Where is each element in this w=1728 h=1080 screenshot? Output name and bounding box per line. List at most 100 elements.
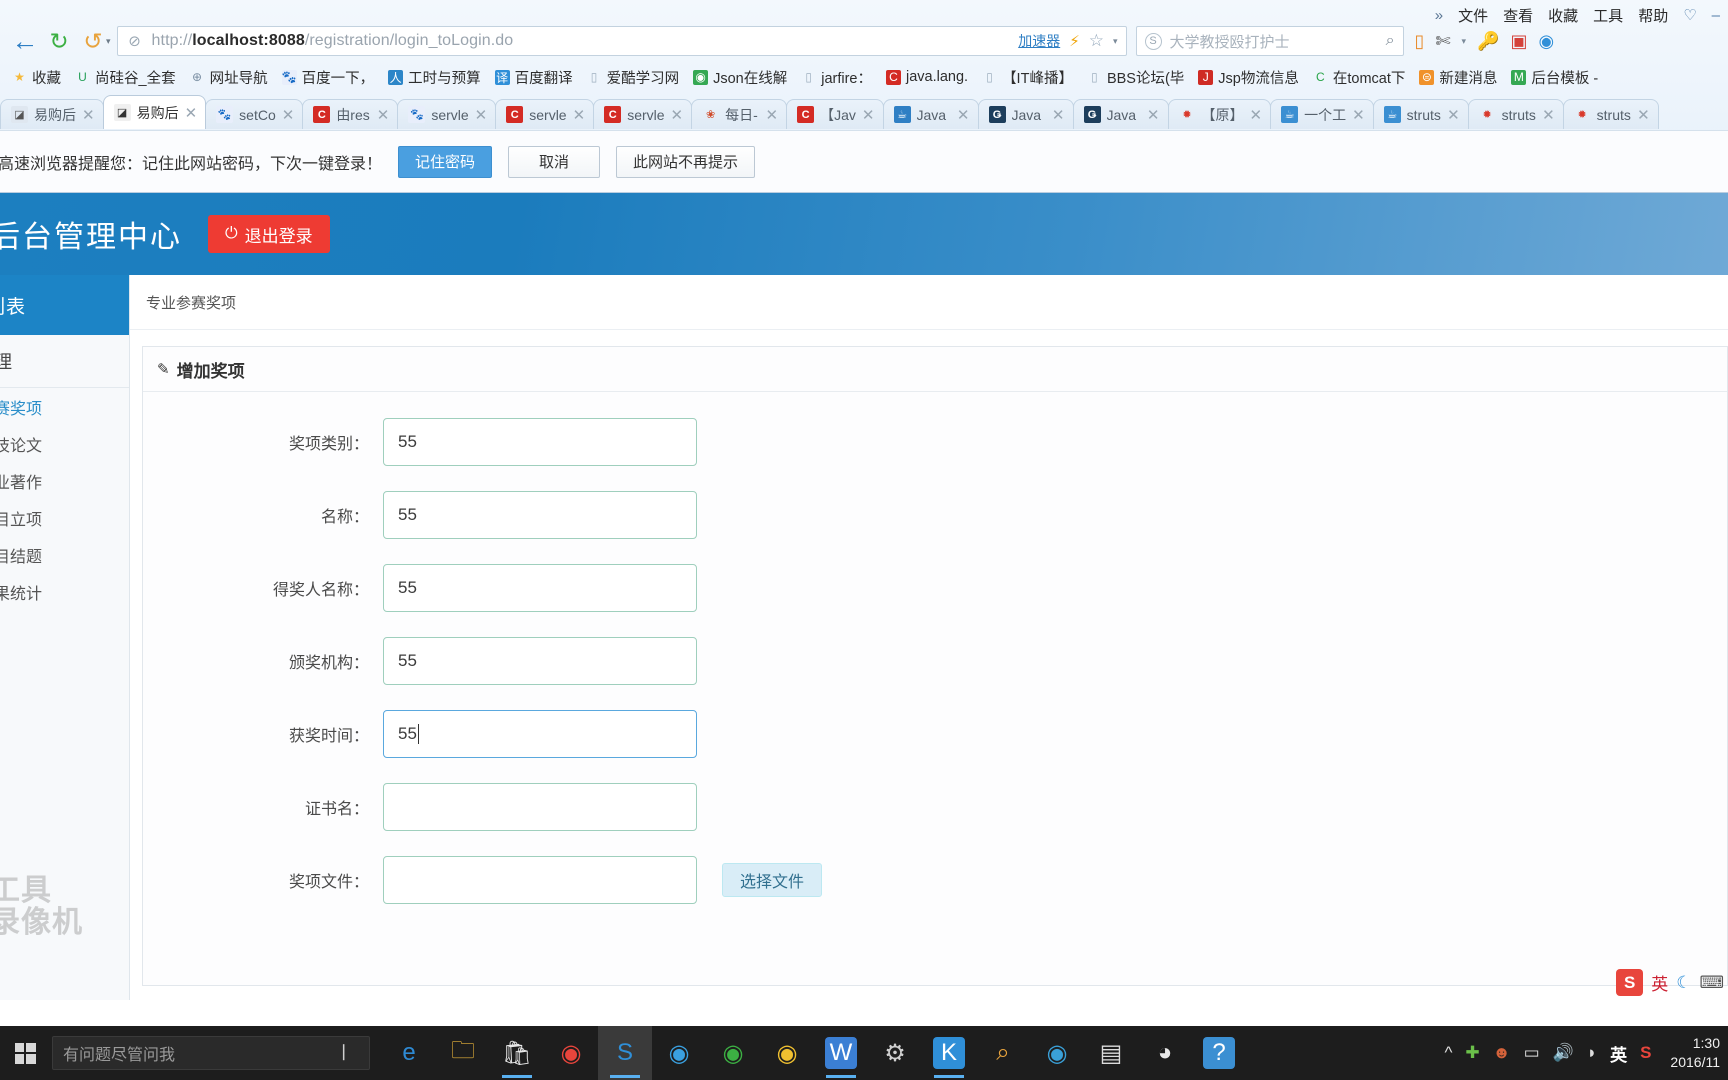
key-icon[interactable]: 🔑 xyxy=(1477,32,1499,50)
microphone-icon[interactable]: ⎸ xyxy=(343,1044,359,1062)
tab-close-icon[interactable]: ✕ xyxy=(573,106,586,124)
browser-tab[interactable]: Ǥ Java ✕ xyxy=(977,99,1074,129)
browser-tab[interactable]: ❀ 每日- ✕ xyxy=(691,99,788,129)
browser-tab[interactable]: ☕ Java ✕ xyxy=(882,99,979,129)
tab-close-icon[interactable]: ✕ xyxy=(1052,106,1065,124)
bookmark-star-icon[interactable]: ☆ xyxy=(1089,31,1104,51)
scissors-icon[interactable]: ✄ xyxy=(1435,32,1450,50)
clock[interactable]: 1:30 2016/11 xyxy=(1664,1034,1720,1072)
sidebar-item-0[interactable]: 参赛奖项 xyxy=(0,388,129,425)
sidebar-item-5[interactable]: 成果统计 xyxy=(0,573,129,610)
taskbar-app-wps-writer[interactable]: W xyxy=(814,1026,868,1080)
tray-expand-icon[interactable]: ^ xyxy=(1444,1043,1452,1063)
browser-tab[interactable]: ☕ 一个工 ✕ xyxy=(1270,99,1374,129)
field-input[interactable]: 55 xyxy=(383,637,697,685)
undo-button[interactable]: ↺ xyxy=(76,24,110,58)
bookmark-item[interactable]: J Jsp物流信息 xyxy=(1192,65,1305,90)
browser-tab[interactable]: 🐾 servle ✕ xyxy=(397,99,497,129)
cancel-password-button[interactable]: 取消 xyxy=(508,145,601,178)
battery-icon[interactable]: ▭ xyxy=(1524,1043,1540,1063)
tab-close-icon[interactable]: ✕ xyxy=(475,106,488,124)
taskbar-app-store[interactable]: 🛍 xyxy=(490,1026,544,1080)
tab-close-icon[interactable]: ✕ xyxy=(1250,106,1263,124)
tab-close-icon[interactable]: ✕ xyxy=(1637,106,1650,124)
sidebar-item-4[interactable]: 项目结题 xyxy=(0,536,129,573)
bookmark-item[interactable]: C 在tomcat下 xyxy=(1307,65,1412,90)
scissors-caret-icon[interactable]: ▾ xyxy=(1462,36,1467,47)
accelerator-link[interactable]: 加速器 xyxy=(1018,31,1060,51)
tab-close-icon[interactable]: ✕ xyxy=(671,106,684,124)
ime-keyboard-icon[interactable]: ⌨ xyxy=(1699,973,1724,993)
taskbar-app-yellow-app[interactable]: ◉ xyxy=(760,1026,814,1080)
taskbar-app-browser-blue[interactable]: ◉ xyxy=(652,1026,706,1080)
search-box[interactable]: S 大学教授殴打护士 ⌕ xyxy=(1135,26,1404,56)
bookmark-item[interactable]: ★ 收藏 xyxy=(6,65,67,90)
bookmark-item[interactable]: ▯ jarfire： xyxy=(795,65,878,90)
bookmark-item[interactable]: Cjava.lang. xyxy=(880,67,974,87)
volume-icon[interactable]: 🔊 xyxy=(1553,1043,1574,1063)
reload-button[interactable]: ↻ xyxy=(42,24,76,58)
taskbar-app-settings[interactable]: ⚙ xyxy=(868,1026,922,1080)
sidebar-item-2[interactable]: 专业著作 xyxy=(0,462,129,499)
bookmark-item[interactable]: M 后台模板 - xyxy=(1505,65,1604,90)
tab-close-icon[interactable]: ✕ xyxy=(766,106,779,124)
tray-sogou-icon[interactable]: S xyxy=(1640,1043,1651,1063)
field-input[interactable] xyxy=(383,856,697,904)
start-button[interactable] xyxy=(0,1026,50,1080)
taskbar-app-kugou[interactable]: K xyxy=(922,1026,976,1080)
field-input[interactable] xyxy=(383,783,697,831)
wifi-icon[interactable]: ◗ xyxy=(1587,1043,1597,1063)
taskbar-app-leaf-app[interactable]: ◉ xyxy=(706,1026,760,1080)
back-button[interactable]: ← xyxy=(8,24,42,58)
field-input[interactable]: 55 xyxy=(383,491,697,539)
browser-tab[interactable]: ✹ struts ✕ xyxy=(1467,99,1564,129)
taskbar-app-edge[interactable]: e xyxy=(382,1026,436,1080)
bolt-icon[interactable]: ⚡ xyxy=(1069,32,1080,50)
undo-dropdown-caret-icon[interactable]: ▾ xyxy=(106,36,111,47)
bookmark-item[interactable]: ▯ BBS论坛(毕 xyxy=(1081,65,1190,90)
tab-close-icon[interactable]: ✕ xyxy=(185,104,198,122)
tray-ime-label[interactable]: 英 xyxy=(1610,1041,1627,1066)
taskbar-app-browser-teal[interactable]: ◉ xyxy=(1030,1026,1084,1080)
tab-close-icon[interactable]: ✕ xyxy=(957,106,970,124)
tab-close-icon[interactable]: ✕ xyxy=(1147,106,1160,124)
address-caret-icon[interactable]: ▾ xyxy=(1113,36,1118,47)
tab-close-icon[interactable]: ✕ xyxy=(1542,106,1555,124)
search-icon[interactable]: ⌕ xyxy=(1386,32,1395,50)
overflow-chevron-icon[interactable]: » xyxy=(1435,7,1443,24)
field-input[interactable]: 55 xyxy=(383,710,697,758)
browser-tab[interactable]: ◪ 易购后 ✕ xyxy=(102,95,207,129)
taskbar-app-chrome[interactable]: ◉ xyxy=(544,1026,598,1080)
phone-icon[interactable]: ▯ xyxy=(1415,32,1425,50)
bookmark-item[interactable]: 译百度翻译 xyxy=(489,65,579,90)
bookmark-item[interactable]: ▯ 【IT峰播】 xyxy=(976,65,1079,90)
sidebar-item-3[interactable]: 项目立项 xyxy=(0,499,129,536)
browser-tab[interactable]: ☕ struts ✕ xyxy=(1372,99,1469,129)
address-bar[interactable]: ⊘ http://localhost:8088/registration/log… xyxy=(116,26,1127,56)
cortana-search-box[interactable]: 有问题尽管问我 ⎸ xyxy=(52,1036,370,1070)
bookmark-item[interactable]: ▯ 爱酷学习网 xyxy=(581,65,686,90)
tab-close-icon[interactable]: ✕ xyxy=(377,106,390,124)
bookmark-item[interactable]: U 尚硅谷_全套 xyxy=(69,65,182,90)
sidebar-group-management[interactable]: 管理 xyxy=(0,335,129,388)
taskbar-app-notes[interactable]: ▤ xyxy=(1084,1026,1138,1080)
tab-close-icon[interactable]: ✕ xyxy=(282,106,295,124)
monkey-icon[interactable]: ☻ xyxy=(1493,1043,1511,1063)
browser-tab[interactable]: Ǥ Java ✕ xyxy=(1072,99,1169,129)
ime-moon-icon[interactable]: ☾ xyxy=(1676,973,1691,993)
shop-icon[interactable]: ▣ xyxy=(1510,32,1527,50)
choose-file-button[interactable]: 选择文件 xyxy=(722,863,823,897)
bookmark-item[interactable]: 🐾 百度一下， xyxy=(276,65,381,90)
field-input[interactable]: 55 xyxy=(383,564,697,612)
field-input[interactable]: 55 xyxy=(383,418,697,466)
sidebar-item-1[interactable]: 科技论文 xyxy=(0,425,129,462)
browser-tab[interactable]: ✹ 【原】 ✕ xyxy=(1167,99,1272,129)
minimize-icon[interactable]: – xyxy=(1712,7,1720,24)
browser-tab[interactable]: Cservle ✕ xyxy=(495,99,595,129)
taskbar-app-panda-app[interactable]: ◕ xyxy=(1138,1026,1192,1080)
browser-tab[interactable]: C 【Jav ✕ xyxy=(786,99,884,129)
tab-close-icon[interactable]: ✕ xyxy=(1447,106,1460,124)
taskbar-app-sogou-browser[interactable]: S xyxy=(598,1026,652,1080)
browser-tab[interactable]: ✹ struts ✕ xyxy=(1562,99,1659,129)
browser-tab[interactable]: C 由res ✕ xyxy=(302,99,399,129)
